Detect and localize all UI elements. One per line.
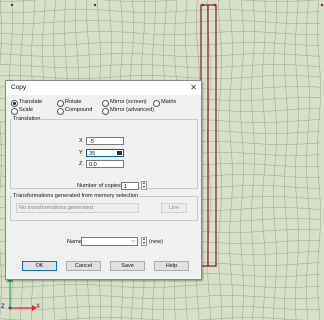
radio-mirror-screen[interactable] xyxy=(102,100,109,107)
radio-mirror-screen-label: Mirror (screen) xyxy=(110,99,147,105)
chevron-down-icon: ⌵ xyxy=(131,238,135,244)
cancel-button[interactable]: Cancel xyxy=(66,261,101,271)
close-icon[interactable]: ✕ xyxy=(190,83,197,92)
z-input[interactable]: 0.0 xyxy=(86,160,124,168)
memory-group-label: Transformations generated from memory se… xyxy=(12,193,140,199)
transformations-list[interactable]: No transformations generated xyxy=(16,203,139,213)
copy-dialog: Copy ✕ Translate Rotate Mirror (screen) … xyxy=(5,80,202,280)
radio-translate-label: Translate xyxy=(19,99,43,105)
translation-group-label: Translation xyxy=(12,116,42,122)
copies-label: Number of copies xyxy=(77,183,121,189)
axis-x-label: X xyxy=(36,304,41,310)
radio-scale-label: Scale xyxy=(19,107,33,113)
use-button[interactable]: Use xyxy=(161,203,187,213)
radio-scale[interactable] xyxy=(11,108,18,115)
radio-mirror-advanced-label: Mirror (advanced) xyxy=(110,107,155,113)
y-label: Y xyxy=(79,150,83,156)
name-new-label: (new) xyxy=(149,239,163,245)
save-button[interactable]: Save xyxy=(110,261,145,271)
dialog-titlebar[interactable]: Copy ✕ xyxy=(6,81,201,95)
pick-point-icon[interactable] xyxy=(117,151,122,155)
copies-input[interactable]: 1 xyxy=(121,182,139,190)
copies-stepper[interactable]: ▲ ▼ xyxy=(141,181,147,190)
axis-z-label: Z xyxy=(1,304,5,310)
ok-button[interactable]: OK xyxy=(22,261,57,271)
radio-mirror-advanced[interactable] xyxy=(102,108,109,115)
z-label: Z xyxy=(79,161,83,167)
radio-rotate-label: Rotate xyxy=(65,99,82,105)
name-stepper[interactable]: ▲ ▼ xyxy=(141,237,147,246)
radio-translate[interactable] xyxy=(11,100,18,107)
dialog-title: Copy xyxy=(11,84,27,91)
name-label: Name xyxy=(67,239,82,245)
x-input[interactable]: -5 xyxy=(86,137,124,145)
help-button[interactable]: Help xyxy=(154,261,189,271)
radio-matrix[interactable] xyxy=(153,100,160,107)
name-combo[interactable]: ⌵ xyxy=(81,237,138,246)
x-label: X xyxy=(79,138,83,144)
radio-matrix-label: Matrix xyxy=(161,99,177,105)
radio-compound[interactable] xyxy=(57,108,64,115)
radio-compound-label: Compound xyxy=(65,107,93,113)
radio-rotate[interactable] xyxy=(57,100,64,107)
